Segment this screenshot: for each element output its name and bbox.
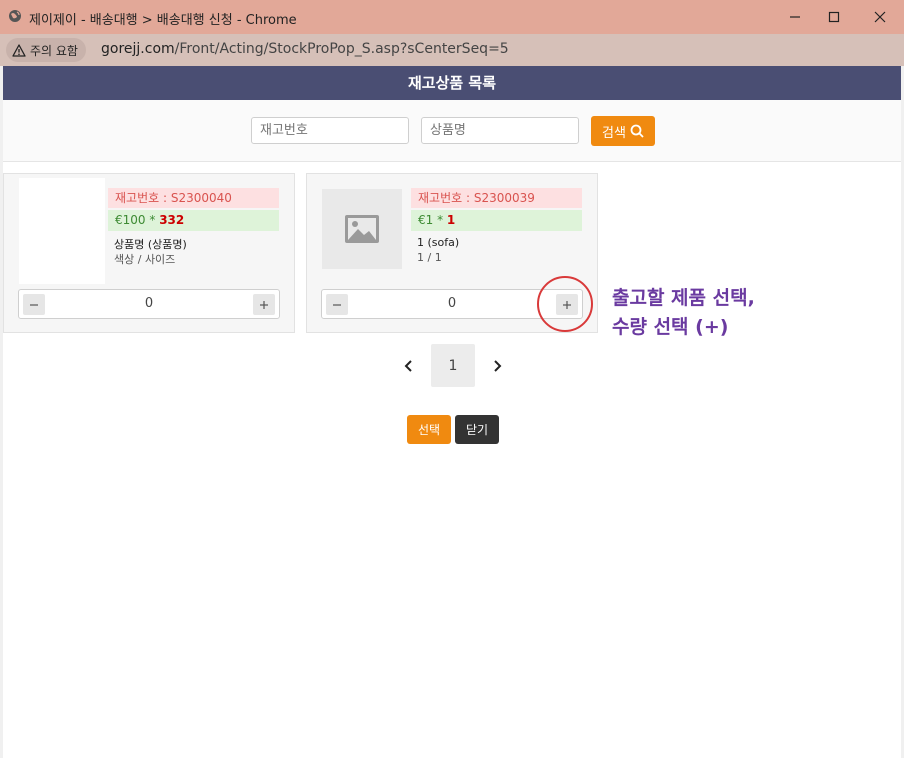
times-sign: *	[433, 213, 447, 227]
close-icon	[874, 11, 886, 23]
maximize-button[interactable]	[814, 4, 854, 30]
warning-icon	[12, 43, 26, 57]
decrease-button[interactable]	[23, 294, 45, 315]
globe-icon	[9, 10, 21, 22]
product-card[interactable]: 재고번호 : S2300040 €100 * 332 상품명 (상품명) 색상 …	[3, 173, 295, 333]
popup-page: 재고상품 목록 검색 재고번호 : S2300040 €100 * 332 상품…	[3, 66, 901, 758]
close-window-button[interactable]	[860, 4, 900, 30]
chevron-right-icon	[494, 360, 502, 372]
product-name-input[interactable]	[421, 117, 579, 144]
window-titlebar: 제이제이 - 배송대행 > 배송대행 신청 - Chrome	[0, 0, 904, 34]
search-bar: 검색	[3, 100, 901, 162]
security-label: 주의 요함	[30, 43, 78, 58]
minus-icon	[333, 303, 341, 306]
url-host: gorejj.com	[101, 41, 175, 57]
address-bar: 주의 요함 gorejj.com/Front/Acting/StockProPo…	[0, 34, 904, 66]
next-page-button[interactable]	[482, 346, 512, 386]
select-button[interactable]: 선택	[407, 415, 451, 444]
page-title: 재고상품 목록	[3, 66, 901, 100]
annotation-text: 출고할 제품 선택, 수량 선택 (+)	[612, 284, 755, 342]
stock-code: 재고번호 : S2300039	[411, 188, 582, 208]
maximize-icon	[828, 11, 840, 23]
stock-number-input[interactable]	[251, 117, 409, 144]
increase-button[interactable]	[253, 294, 275, 315]
annotation-line-1: 출고할 제품 선택,	[612, 287, 755, 309]
annotation-line-2: 수량 선택 (+)	[612, 316, 729, 338]
plus-icon	[260, 300, 268, 309]
quantity-value[interactable]: 0	[49, 290, 249, 318]
security-indicator[interactable]: 주의 요함	[6, 38, 86, 62]
url-text[interactable]: gorejj.com/Front/Acting/StockProPop_S.as…	[101, 41, 509, 57]
quantity-value[interactable]: 0	[352, 290, 552, 318]
minus-icon	[30, 303, 38, 306]
window-title: 제이제이 - 배송대행 > 배송대행 신청 - Chrome	[29, 13, 297, 28]
times-sign: *	[145, 213, 160, 227]
minimize-button[interactable]	[775, 4, 815, 30]
chevron-left-icon	[404, 360, 412, 372]
stock-qty: 1	[446, 213, 456, 227]
search-icon	[630, 124, 644, 138]
price-qty: €1 * 1	[411, 210, 582, 231]
product-name: 상품명 (상품명)	[114, 238, 187, 251]
price-value: €100	[115, 213, 146, 227]
page-number[interactable]: 1	[431, 344, 475, 387]
product-image	[19, 178, 105, 284]
search-button-label: 검색	[602, 125, 626, 141]
price-qty: €100 * 332	[108, 210, 279, 231]
product-image	[322, 189, 402, 269]
image-placeholder-icon	[345, 215, 379, 243]
stock-code: 재고번호 : S2300040	[108, 188, 279, 208]
search-button[interactable]: 검색	[591, 116, 655, 146]
stock-qty: 332	[159, 213, 185, 227]
product-name: 1 (sofa)	[417, 236, 460, 249]
product-option: 색상 / 사이즈	[114, 253, 176, 266]
decrease-button[interactable]	[326, 294, 348, 315]
quantity-stepper: 0	[18, 289, 280, 319]
close-button[interactable]: 닫기	[455, 415, 499, 444]
prev-page-button[interactable]	[394, 346, 424, 386]
minimize-icon	[790, 16, 800, 18]
price-value: €1	[418, 213, 434, 227]
url-path: /Front/Acting/StockProPop_S.asp?sCenterS…	[174, 41, 509, 57]
annotation-circle	[537, 276, 593, 332]
product-option: 1 / 1	[417, 251, 442, 264]
